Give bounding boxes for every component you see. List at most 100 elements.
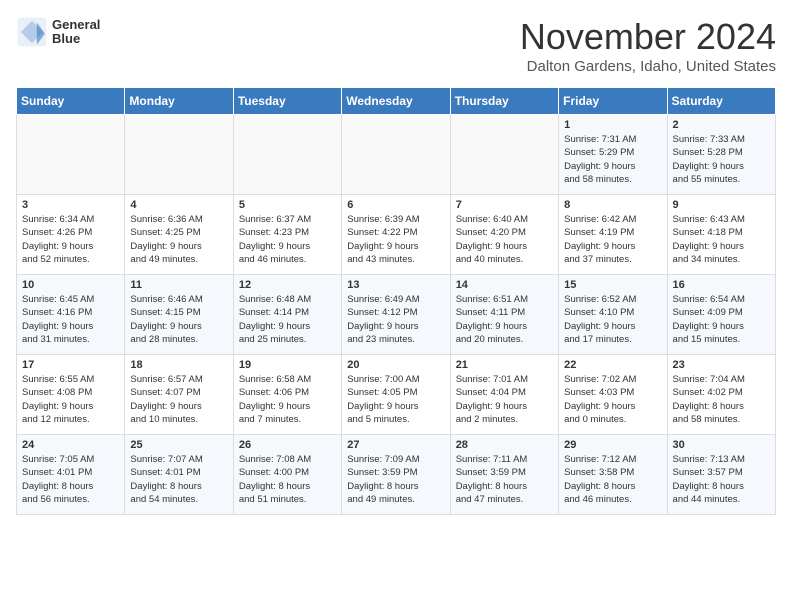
title-area: November 2024 Dalton Gardens, Idaho, Uni… — [520, 16, 776, 75]
day-info: Sunrise: 7:00 AM Sunset: 4:05 PM Dayligh… — [347, 373, 444, 426]
day-info: Sunrise: 6:45 AM Sunset: 4:16 PM Dayligh… — [22, 293, 119, 346]
calendar-cell: 4 Sunrise: 6:36 AM Sunset: 4:25 PM Daylig… — [125, 195, 233, 275]
calendar-cell: 1 Sunrise: 7:31 AM Sunset: 5:29 PM Daylig… — [559, 115, 667, 195]
day-number: 2 — [673, 119, 770, 131]
day-info: Sunrise: 7:09 AM Sunset: 3:59 PM Dayligh… — [347, 453, 444, 506]
header-sunday: Sunday — [17, 88, 125, 115]
calendar-cell: 13 Sunrise: 6:49 AM Sunset: 4:12 PM Dayli… — [342, 275, 450, 355]
day-info: Sunrise: 6:40 AM Sunset: 4:20 PM Dayligh… — [456, 213, 553, 266]
calendar-cell: 11 Sunrise: 6:46 AM Sunset: 4:15 PM Dayli… — [125, 275, 233, 355]
calendar-cell — [17, 115, 125, 195]
day-number: 5 — [239, 199, 336, 211]
day-number: 26 — [239, 439, 336, 451]
day-number: 25 — [130, 439, 227, 451]
day-number: 20 — [347, 359, 444, 371]
day-number: 10 — [22, 279, 119, 291]
calendar-cell: 21 Sunrise: 7:01 AM Sunset: 4:04 PM Dayli… — [450, 355, 558, 435]
day-number: 27 — [347, 439, 444, 451]
day-info: Sunrise: 6:43 AM Sunset: 4:18 PM Dayligh… — [673, 213, 770, 266]
day-info: Sunrise: 7:08 AM Sunset: 4:00 PM Dayligh… — [239, 453, 336, 506]
calendar-cell: 14 Sunrise: 6:51 AM Sunset: 4:11 PM Dayli… — [450, 275, 558, 355]
day-number: 23 — [673, 359, 770, 371]
day-info: Sunrise: 7:11 AM Sunset: 3:59 PM Dayligh… — [456, 453, 553, 506]
page-header: General Blue November 2024 Dalton Garden… — [16, 16, 776, 75]
calendar-week-row: 1 Sunrise: 7:31 AM Sunset: 5:29 PM Daylig… — [17, 115, 776, 195]
calendar-cell: 15Sunrise: 6:52 AM Sunset: 4:10 PM Dayli… — [559, 275, 667, 355]
calendar-week-row: 17 Sunrise: 6:55 AM Sunset: 4:08 PM Dayli… — [17, 355, 776, 435]
day-number: 17 — [22, 359, 119, 371]
day-number: 24 — [22, 439, 119, 451]
calendar-cell: 26 Sunrise: 7:08 AM Sunset: 4:00 PM Dayli… — [233, 435, 341, 515]
day-info: Sunrise: 7:31 AM Sunset: 5:29 PM Dayligh… — [564, 133, 661, 186]
header-tuesday: Tuesday — [233, 88, 341, 115]
day-info: Sunrise: 6:55 AM Sunset: 4:08 PM Dayligh… — [22, 373, 119, 426]
day-number: 11 — [130, 279, 227, 291]
day-number: 21 — [456, 359, 553, 371]
calendar-cell: 29 Sunrise: 7:12 AM Sunset: 3:58 PM Dayli… — [559, 435, 667, 515]
day-info: Sunrise: 7:07 AM Sunset: 4:01 PM Dayligh… — [130, 453, 227, 506]
day-info: Sunrise: 7:05 AM Sunset: 4:01 PM Dayligh… — [22, 453, 119, 506]
calendar-cell: 22 Sunrise: 7:02 AM Sunset: 4:03 PM Dayli… — [559, 355, 667, 435]
day-info: Sunrise: 6:51 AM Sunset: 4:11 PM Dayligh… — [456, 293, 553, 346]
calendar-cell: 18Sunrise: 6:57 AM Sunset: 4:07 PM Dayli… — [125, 355, 233, 435]
calendar-cell: 8 Sunrise: 6:42 AM Sunset: 4:19 PM Daylig… — [559, 195, 667, 275]
day-info: Sunrise: 6:49 AM Sunset: 4:12 PM Dayligh… — [347, 293, 444, 346]
day-info: Sunrise: 6:57 AM Sunset: 4:07 PM Dayligh… — [130, 373, 227, 426]
calendar-cell: 17 Sunrise: 6:55 AM Sunset: 4:08 PM Dayli… — [17, 355, 125, 435]
calendar-cell — [342, 115, 450, 195]
calendar-cell: 27 Sunrise: 7:09 AM Sunset: 3:59 PM Dayli… — [342, 435, 450, 515]
calendar-cell: 16Sunrise: 6:54 AM Sunset: 4:09 PM Dayli… — [667, 275, 775, 355]
calendar-cell: 20 Sunrise: 7:00 AM Sunset: 4:05 PM Dayli… — [342, 355, 450, 435]
day-info: Sunrise: 7:02 AM Sunset: 4:03 PM Dayligh… — [564, 373, 661, 426]
day-number: 8 — [564, 199, 661, 211]
calendar-week-row: 10 Sunrise: 6:45 AM Sunset: 4:16 PM Dayli… — [17, 275, 776, 355]
calendar-cell: 9 Sunrise: 6:43 AM Sunset: 4:18 PM Daylig… — [667, 195, 775, 275]
day-info: Sunrise: 6:36 AM Sunset: 4:25 PM Dayligh… — [130, 213, 227, 266]
calendar-cell: 6 Sunrise: 6:39 AM Sunset: 4:22 PM Daylig… — [342, 195, 450, 275]
day-number: 22 — [564, 359, 661, 371]
logo-line2: Blue — [52, 32, 100, 46]
day-number: 29 — [564, 439, 661, 451]
day-number: 12 — [239, 279, 336, 291]
day-info: Sunrise: 7:12 AM Sunset: 3:58 PM Dayligh… — [564, 453, 661, 506]
day-info: Sunrise: 7:33 AM Sunset: 5:28 PM Dayligh… — [673, 133, 770, 186]
calendar-week-row: 3Sunrise: 6:34 AM Sunset: 4:26 PM Daylig… — [17, 195, 776, 275]
day-number: 3 — [22, 199, 119, 211]
day-number: 6 — [347, 199, 444, 211]
day-number: 15 — [564, 279, 661, 291]
day-info: Sunrise: 6:42 AM Sunset: 4:19 PM Dayligh… — [564, 213, 661, 266]
calendar-cell: 10 Sunrise: 6:45 AM Sunset: 4:16 PM Dayli… — [17, 275, 125, 355]
day-info: Sunrise: 6:54 AM Sunset: 4:09 PM Dayligh… — [673, 293, 770, 346]
day-number: 4 — [130, 199, 227, 211]
logo-icon — [16, 16, 48, 48]
calendar-cell: 19Sunrise: 6:58 AM Sunset: 4:06 PM Dayli… — [233, 355, 341, 435]
calendar-title: November 2024 — [520, 16, 776, 58]
calendar-cell: 28Sunrise: 7:11 AM Sunset: 3:59 PM Dayli… — [450, 435, 558, 515]
header-friday: Friday — [559, 88, 667, 115]
header-wednesday: Wednesday — [342, 88, 450, 115]
day-number: 13 — [347, 279, 444, 291]
calendar-header-row: SundayMondayTuesdayWednesdayThursdayFrid… — [17, 88, 776, 115]
day-info: Sunrise: 7:01 AM Sunset: 4:04 PM Dayligh… — [456, 373, 553, 426]
header-monday: Monday — [125, 88, 233, 115]
day-number: 14 — [456, 279, 553, 291]
day-number: 1 — [564, 119, 661, 131]
day-info: Sunrise: 6:46 AM Sunset: 4:15 PM Dayligh… — [130, 293, 227, 346]
day-number: 30 — [673, 439, 770, 451]
logo-text: General Blue — [52, 18, 100, 47]
calendar-cell — [233, 115, 341, 195]
calendar-cell: 30 Sunrise: 7:13 AM Sunset: 3:57 PM Dayli… — [667, 435, 775, 515]
logo: General Blue — [16, 16, 100, 48]
day-info: Sunrise: 6:48 AM Sunset: 4:14 PM Dayligh… — [239, 293, 336, 346]
calendar-cell — [450, 115, 558, 195]
calendar-cell — [125, 115, 233, 195]
day-info: Sunrise: 7:13 AM Sunset: 3:57 PM Dayligh… — [673, 453, 770, 506]
day-info: Sunrise: 6:37 AM Sunset: 4:23 PM Dayligh… — [239, 213, 336, 266]
day-info: Sunrise: 7:04 AM Sunset: 4:02 PM Dayligh… — [673, 373, 770, 426]
calendar-subtitle: Dalton Gardens, Idaho, United States — [520, 58, 776, 75]
calendar-cell: 5 Sunrise: 6:37 AM Sunset: 4:23 PM Daylig… — [233, 195, 341, 275]
calendar-cell: 2 Sunrise: 7:33 AM Sunset: 5:28 PM Daylig… — [667, 115, 775, 195]
calendar-cell: 12 Sunrise: 6:48 AM Sunset: 4:14 PM Dayli… — [233, 275, 341, 355]
day-info: Sunrise: 6:39 AM Sunset: 4:22 PM Dayligh… — [347, 213, 444, 266]
day-number: 9 — [673, 199, 770, 211]
